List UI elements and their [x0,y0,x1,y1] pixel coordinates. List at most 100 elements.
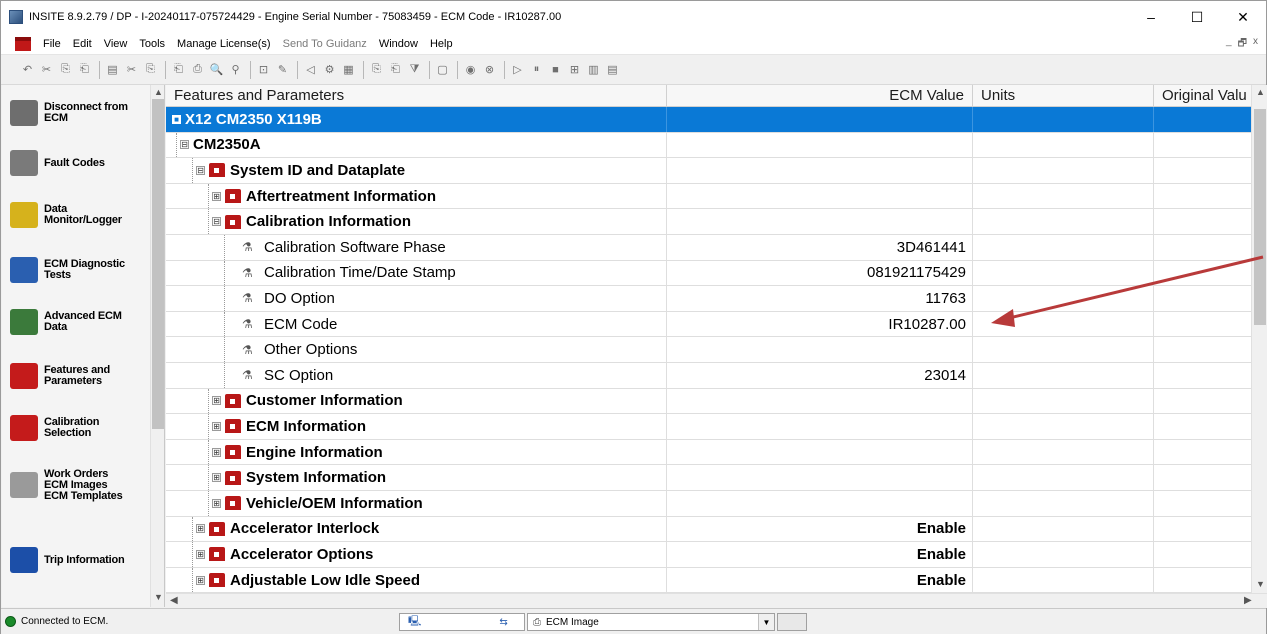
mdi-close-button[interactable]: x [1253,36,1258,53]
menu-send-to-guidanz[interactable]: Send To Guidanz [277,38,373,50]
ecm-value-cell[interactable] [667,107,973,132]
scroll-up-icon[interactable]: ▲ [1256,87,1265,97]
nav-item-trip-info[interactable]: Trip Information [2,535,150,585]
collapse-icon[interactable]: ⊟ [196,165,205,175]
expand-icon[interactable]: ⊞ [212,191,221,201]
toolbar-button-20-icon[interactable]: ◉ [462,61,479,78]
menu-help[interactable]: Help [424,38,459,50]
table-row[interactable]: ⊞ ECM Information [166,414,1251,440]
ecm-image-combo[interactable]: ⎙ ECM Image ▼ [527,613,775,631]
maximize-button[interactable]: ☐ [1174,1,1220,33]
toolbar-button-9-icon[interactable]: 🔍 [208,61,225,78]
close-button[interactable]: ✕ [1220,1,1266,33]
header-original-value[interactable]: Original Valu [1154,85,1251,107]
table-row[interactable]: ■ X12 CM2350 X119B [166,107,1251,133]
nav-item-work-orders[interactable]: Work Orders ECM Images ECM Templates [2,460,150,510]
toolbar-button-6-icon[interactable]: ⎘ [142,61,159,78]
table-row[interactable]: ⊟ System ID and Dataplate [166,158,1251,184]
nav-scrollbar[interactable]: ▲ ▼ [150,85,164,607]
toolbar-button-2-icon[interactable]: ⎘ [57,61,74,78]
toolbar-button-23-icon[interactable]: ⏸ [528,61,545,78]
expand-icon[interactable]: ⊞ [196,575,205,585]
toolbar-button-21-icon[interactable]: ⊗ [481,61,498,78]
chevron-down-icon[interactable]: ▼ [758,614,774,630]
ecm-value-cell[interactable] [667,388,973,414]
ecm-value-cell[interactable]: 3D461441 [667,235,973,260]
ecm-value-cell[interactable]: IR10287.00 [667,311,973,337]
expand-icon[interactable]: ⊞ [212,473,221,483]
scroll-right-icon[interactable]: ▶ [1244,595,1252,606]
expand-icon[interactable]: ⊞ [196,524,205,534]
menu-edit[interactable]: Edit [67,38,98,50]
nav-scroll-up-icon[interactable]: ▲ [154,87,163,97]
ecm-value-cell[interactable] [667,183,973,209]
ecm-value-cell[interactable]: 11763 [667,286,973,311]
menu-manage-license-s[interactable]: Manage License(s) [171,38,277,50]
ecm-value-cell[interactable] [667,209,973,234]
table-row[interactable]: ⚗ ECM Code IR10287.00 [166,311,1251,338]
menu-file[interactable]: File [37,38,67,50]
header-ecm-value[interactable]: ECM Value [667,85,973,107]
table-row[interactable]: ⊞ System Information [166,465,1251,491]
ecm-value-cell[interactable] [667,491,973,516]
toolbar-button-22-icon[interactable]: ▷ [509,61,526,78]
table-row[interactable]: ⊞ Customer Information [166,388,1251,415]
table-row[interactable]: ⊞ Accelerator Options Enable [166,542,1251,568]
toolbar-button-17-icon[interactable]: ⎗ [387,61,404,78]
toolbar-button-25-icon[interactable]: ⊞ [566,61,583,78]
toolbar-button-12-icon[interactable]: ✎ [274,61,291,78]
toolbar-button-18-icon[interactable]: ⧩ [406,61,423,78]
nav-item-fault-codes[interactable]: Fault Codes [2,138,150,188]
table-row[interactable]: ⚗ SC Option 23014 [166,363,1251,389]
expand-icon[interactable]: ⊞ [196,549,205,559]
nav-item-calibration[interactable]: Calibration Selection [2,403,150,453]
ecm-value-cell[interactable]: Enable [667,542,973,567]
toolbar-button-5-icon[interactable]: ✂ [123,61,140,78]
toolbar-button-27-icon[interactable]: ▤ [604,61,621,78]
mdi-restore-button[interactable]: 🗗 [1238,36,1247,53]
expand-icon[interactable]: ⊞ [212,498,221,508]
header-units[interactable]: Units [973,85,1154,107]
table-row[interactable]: ⊞ Engine Information [166,439,1251,466]
toolbar-button-11-icon[interactable]: ⊡ [255,61,272,78]
ecm-value-cell[interactable] [667,465,973,490]
collapse-icon[interactable]: ■ [172,114,181,124]
ecm-value-cell[interactable]: Enable [667,516,973,542]
table-row[interactable]: ⚗ Calibration Time/Date Stamp 081921175429 [166,260,1251,287]
menu-tools[interactable]: Tools [133,38,171,50]
table-row[interactable]: ⊞ Adjustable Low Idle Speed Enable [166,567,1251,593]
minimize-button[interactable]: – [1128,1,1174,33]
collapse-icon[interactable]: ⊟ [212,217,221,227]
nav-item-features-parameters[interactable]: Features and Parameters [2,351,150,401]
nav-item-advanced-data[interactable]: Advanced ECM Data [2,297,150,347]
toolbar-button-10-icon[interactable]: ⚲ [227,61,244,78]
toolbar-button-24-icon[interactable]: ■ [547,61,564,78]
table-row[interactable]: ⊞ Accelerator Interlock Enable [166,516,1251,543]
expand-icon[interactable]: ⊞ [212,396,221,406]
menu-view[interactable]: View [98,38,134,50]
expand-icon[interactable]: ⊞ [212,421,221,431]
toolbar-button-26-icon[interactable]: ▥ [585,61,602,78]
table-row[interactable]: ⚗ Calibration Software Phase 3D461441 [166,235,1251,261]
ecm-value-cell[interactable] [667,158,973,183]
nav-item-disconnect[interactable]: Disconnect from ECM [2,88,150,138]
table-row[interactable]: ⚗ DO Option 11763 [166,286,1251,312]
ecm-value-cell[interactable] [667,337,973,362]
ecm-value-cell[interactable]: 23014 [667,363,973,388]
toolbar-button-13-icon[interactable]: ◁ [302,61,319,78]
grid-vertical-scrollbar[interactable]: ▲ ▼ [1251,85,1267,593]
expand-icon[interactable]: ⊞ [212,447,221,457]
table-row[interactable]: ⊟ Calibration Information [166,209,1251,235]
nav-scroll-down-icon[interactable]: ▼ [154,592,163,602]
table-row[interactable]: ⊟ CM2350A [166,132,1251,159]
table-row[interactable]: ⚗ Other Options [166,337,1251,363]
toolbar-button-14-icon[interactable]: ⚙ [321,61,338,78]
header-features[interactable]: Features and Parameters [166,85,667,107]
vertical-scroll-thumb[interactable] [1254,109,1266,325]
table-row[interactable]: ⊞ Vehicle/OEM Information [166,491,1251,517]
toolbar-button-0-icon[interactable]: ↶ [19,61,36,78]
toolbar-button-1-icon[interactable]: ✂ [38,61,55,78]
ecm-value-cell[interactable] [667,132,973,158]
nav-scroll-thumb[interactable] [152,99,164,429]
toolbar-button-4-icon[interactable]: ▤ [104,61,121,78]
